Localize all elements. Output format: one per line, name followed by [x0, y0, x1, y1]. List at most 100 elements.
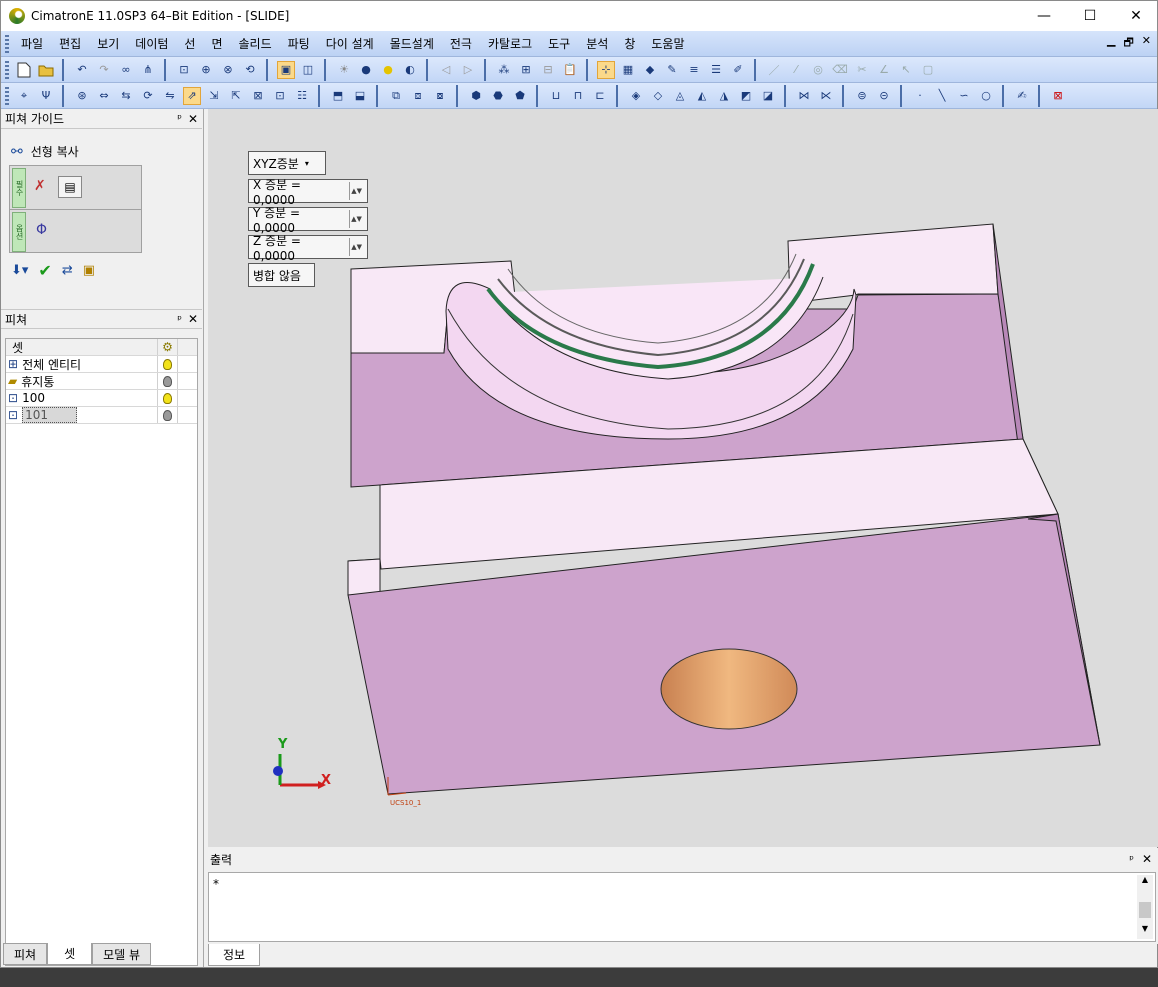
- exit-icon[interactable]: ⊠: [1049, 87, 1067, 105]
- light-icon[interactable]: ☀: [335, 61, 353, 79]
- menu-analysis[interactable]: 분석: [578, 31, 616, 57]
- layer-icon[interactable]: ⧉: [387, 87, 405, 105]
- trident-icon[interactable]: Ψ: [37, 87, 55, 105]
- feature-tree-icon[interactable]: ⋔: [139, 61, 157, 79]
- arrow-left-icon[interactable]: ◁: [437, 61, 455, 79]
- z-increment-spinner[interactable]: ▲▼: [349, 238, 363, 256]
- pen-icon[interactable]: ✎: [663, 61, 681, 79]
- menu-datum[interactable]: 데이텀: [127, 31, 176, 57]
- brush-icon[interactable]: ✐: [729, 61, 747, 79]
- rotate-view-icon[interactable]: ⟲: [241, 61, 259, 79]
- menu-curve[interactable]: 선: [176, 31, 203, 57]
- menu-view[interactable]: 보기: [89, 31, 127, 57]
- minimize-button[interactable]: —: [1021, 1, 1067, 31]
- measure-icon[interactable]: ⊞: [517, 61, 535, 79]
- menu-tools[interactable]: 도구: [540, 31, 578, 57]
- rotate-copy-icon[interactable]: ⟳: [139, 87, 157, 105]
- solid-icon[interactable]: ⬢: [467, 87, 485, 105]
- cursor-icon[interactable]: ↖: [897, 61, 915, 79]
- linear-copy-icon[interactable]: ⇗: [183, 86, 201, 105]
- mold-icon[interactable]: ⋈: [795, 87, 813, 105]
- table-row[interactable]: ▰ 휴지통: [6, 373, 197, 390]
- analysis2-icon[interactable]: ⊝: [875, 87, 893, 105]
- group-icon[interactable]: ⊡: [271, 87, 289, 105]
- mold2-icon[interactable]: ⋉: [817, 87, 835, 105]
- graphics-viewport[interactable]: Y X UCS10_1 XYZ증분 ▾ X 증분 = 0,0000 ▲▼ Y 증…: [208, 109, 1158, 847]
- bulb-off-icon[interactable]: [163, 409, 172, 421]
- list-icon[interactable]: ☷: [293, 87, 311, 105]
- scale-icon[interactable]: ⇲: [205, 87, 223, 105]
- eraser-icon[interactable]: ⌫: [831, 61, 849, 79]
- arrow-right-icon[interactable]: ▷: [459, 61, 477, 79]
- panel-close-icon[interactable]: ✕: [1142, 852, 1152, 866]
- bulb-on-icon[interactable]: [163, 358, 172, 370]
- menu-surface[interactable]: 면: [203, 31, 230, 57]
- cancel-icon[interactable]: ▣: [83, 263, 95, 278]
- undo-icon[interactable]: ↶: [73, 61, 91, 79]
- surface7-icon[interactable]: ◪: [759, 87, 777, 105]
- tab-features[interactable]: 피쳐: [3, 943, 48, 965]
- menu-die-design[interactable]: 다이 설계: [318, 31, 382, 57]
- y-increment-spinner[interactable]: ▲▼: [349, 210, 363, 228]
- circle-tool-icon[interactable]: ◎: [809, 61, 827, 79]
- visibility-column-icon[interactable]: ⚙: [158, 339, 178, 355]
- surface3-icon[interactable]: ◬: [671, 87, 689, 105]
- clipboard-icon[interactable]: 📋: [561, 61, 579, 79]
- scroll-thumb[interactable]: [1139, 902, 1151, 918]
- frame-icon[interactable]: ▢: [919, 61, 937, 79]
- menu-parting[interactable]: 파팅: [280, 31, 318, 57]
- angle-icon[interactable]: ∠: [875, 61, 893, 79]
- surface-icon[interactable]: ◈: [627, 87, 645, 105]
- surface5-icon[interactable]: ◮: [715, 87, 733, 105]
- parameter-dialog-icon[interactable]: ▤: [58, 176, 82, 198]
- view-cube-icon[interactable]: ◫: [299, 61, 317, 79]
- boolean-icon[interactable]: ⊔: [547, 87, 565, 105]
- close-button[interactable]: ✕: [1113, 1, 1158, 31]
- move-icon[interactable]: ⇔: [95, 87, 113, 105]
- increment-mode-dropdown[interactable]: XYZ증분 ▾: [248, 151, 326, 175]
- line-tool-icon[interactable]: ／: [765, 61, 783, 79]
- zoom-fit-icon[interactable]: ⊡: [175, 61, 193, 79]
- table-row[interactable]: ⊞ 전체 엔티티: [6, 356, 197, 373]
- zoom-dynamic-icon[interactable]: ⊗: [219, 61, 237, 79]
- scroll-down-icon[interactable]: ▼: [1137, 924, 1153, 933]
- export-icon[interactable]: ⬓: [351, 87, 369, 105]
- line-style-icon[interactable]: ≡: [685, 61, 703, 79]
- pin-icon[interactable]: ᵖ: [177, 112, 182, 125]
- ok-check-icon[interactable]: ✔: [38, 261, 51, 280]
- output-text-area[interactable]: * ▲ ▼: [208, 872, 1156, 942]
- redo-icon[interactable]: ↷: [95, 61, 113, 79]
- solid2-icon[interactable]: ⬣: [489, 87, 507, 105]
- shaded-view-icon[interactable]: ▣: [277, 60, 295, 79]
- render-icon[interactable]: ⊟: [539, 61, 557, 79]
- import-icon[interactable]: ⬒: [329, 87, 347, 105]
- pin-icon[interactable]: ᵖ: [1129, 853, 1134, 866]
- point-icon[interactable]: ·: [911, 87, 929, 105]
- panel-close-icon[interactable]: ✕: [188, 112, 198, 126]
- line-weight-icon[interactable]: ☰: [707, 61, 725, 79]
- direction-icon[interactable]: Φ: [36, 222, 47, 238]
- show-hide-icon[interactable]: ◐: [401, 61, 419, 79]
- menu-file[interactable]: 파일: [13, 31, 51, 57]
- mdi-restore-button[interactable]: 🗗: [1123, 34, 1133, 53]
- menu-help[interactable]: 도움말: [643, 31, 692, 57]
- boolean2-icon[interactable]: ⊓: [569, 87, 587, 105]
- glasses-icon[interactable]: ∞: [117, 61, 135, 79]
- menu-mold-design[interactable]: 몰드설계: [382, 31, 442, 57]
- select-entity-icon[interactable]: ✗: [34, 178, 46, 194]
- apply-icon[interactable]: ⇄: [62, 263, 73, 278]
- table-row[interactable]: ⊡ 101: [6, 407, 197, 424]
- boolean3-icon[interactable]: ⊏: [591, 87, 609, 105]
- tab-info[interactable]: 정보: [208, 944, 261, 966]
- solid3-icon[interactable]: ⬟: [511, 87, 529, 105]
- mirror-icon[interactable]: ⇋: [161, 87, 179, 105]
- table-row[interactable]: ⊡ 100: [6, 390, 197, 407]
- pattern-icon[interactable]: ⊠: [249, 87, 267, 105]
- bulb-on-icon[interactable]: [163, 392, 172, 404]
- line-icon[interactable]: ╲: [933, 87, 951, 105]
- surface2-icon[interactable]: ◇: [649, 87, 667, 105]
- layer2-icon[interactable]: ⧈: [409, 87, 427, 105]
- copy-icon[interactable]: ⇆: [117, 87, 135, 105]
- set-column-header[interactable]: 셋: [6, 339, 158, 355]
- align-icon[interactable]: ⇱: [227, 87, 245, 105]
